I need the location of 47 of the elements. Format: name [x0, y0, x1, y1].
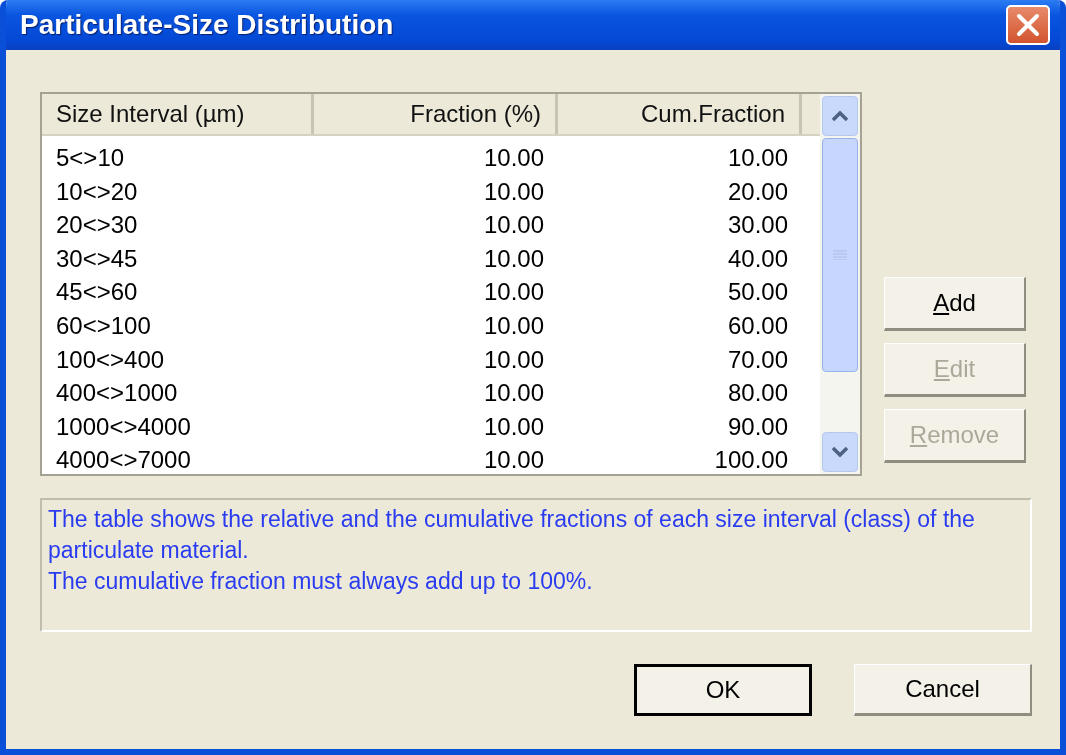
table-cell-text: 10.00: [482, 143, 545, 173]
table-cell-text: 10.00: [482, 378, 545, 409]
table-cell-text: 10<>20: [55, 176, 139, 207]
action-button[interactable]: Add: [884, 277, 1026, 331]
chevron-down-icon: [830, 445, 850, 459]
info-text: The table shows the relative and the cumulative fractions of each size interval (class) of the particulate material.: [48, 505, 976, 565]
table-cell-text: 90.00: [726, 411, 789, 442]
table-cell-text: 10.00: [482, 210, 545, 241]
table-cell-text: 30<>45: [55, 243, 139, 274]
close-icon: [1015, 12, 1041, 38]
dialog-button[interactable]: OK: [634, 664, 812, 716]
table-cell-text: 45<>60: [55, 277, 139, 308]
table-cell-text: 10.00: [726, 143, 789, 173]
table-cell-text: 4000<>7000: [55, 445, 192, 474]
table-cell-text: 60<>100: [55, 310, 152, 341]
table-cell-text: 100<>400: [55, 344, 166, 375]
table-cell-text: 20<>30: [55, 210, 139, 241]
dialog-button[interactable]: Cancel: [854, 664, 1032, 716]
scroll-thumb[interactable]: [822, 138, 858, 372]
table-cell-text: 60.00: [726, 310, 789, 341]
table-cell-text: 40.00: [726, 243, 789, 274]
table-cell-text: 50.00: [726, 277, 789, 308]
table-cell-text: 10.00: [482, 243, 545, 274]
column-header[interactable]: Fraction (%): [314, 94, 558, 134]
vertical-scrollbar[interactable]: [820, 94, 860, 474]
table-cell-text: 70.00: [726, 344, 789, 375]
table-cell-text: 20.00: [726, 176, 789, 207]
table-cell-text: 10.00: [482, 445, 545, 474]
table-cell-text: 5<>10: [55, 143, 126, 173]
close-button[interactable]: [1006, 5, 1050, 45]
info-text: The cumulative fraction must always add up to 100%.: [48, 567, 594, 596]
table-cell-text: 10.00: [482, 344, 545, 375]
column-header[interactable]: Cum.Fraction: [558, 94, 802, 134]
table-cell-text: 10.00: [482, 176, 545, 207]
table-cell-text: 10.00: [482, 411, 545, 442]
scroll-down-button[interactable]: [822, 432, 858, 472]
scroll-up-button[interactable]: [822, 96, 858, 136]
table-cell-text: 80.00: [726, 378, 789, 409]
column-header[interactable]: Size Interval (µm): [42, 94, 314, 134]
table-cell-text: 10.00: [482, 277, 545, 308]
table-cell-text: 1000<>4000: [55, 411, 192, 442]
table-cell-text: 10.00: [482, 310, 545, 341]
table-cell-text: 100.00: [713, 445, 789, 474]
window-title: Particulate-Size Distribution: [20, 9, 394, 41]
table-cell-text: 30.00: [726, 210, 789, 241]
chevron-up-icon: [830, 109, 850, 123]
table-cell-text: 400<>1000: [55, 378, 179, 409]
